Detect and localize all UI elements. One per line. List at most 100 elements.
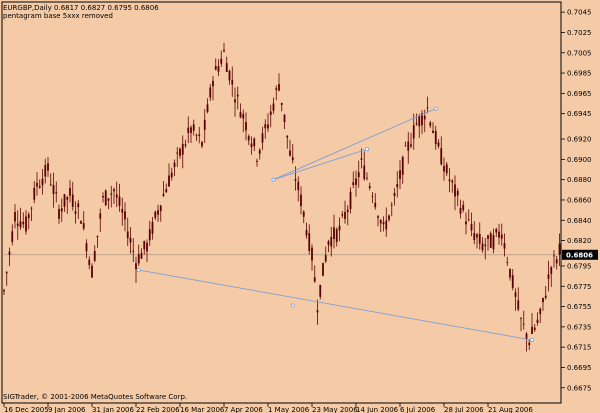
candle-body <box>124 211 126 220</box>
candle-body <box>388 215 390 220</box>
y-tick-label: 0.6715 <box>567 344 592 352</box>
candle-body <box>192 124 195 131</box>
indicator-label: pentagram base 5xxx removed <box>3 12 113 20</box>
candle-body <box>184 144 187 146</box>
candle-body <box>162 193 165 196</box>
candle-body <box>385 220 388 230</box>
x-tick-label: 23 May 2006 <box>312 406 358 413</box>
candle-body <box>272 103 275 111</box>
y-tick-label: 0.6695 <box>567 364 592 372</box>
candle-body <box>544 295 547 298</box>
candle-body <box>528 342 531 346</box>
candle-body <box>423 115 426 120</box>
candle-body <box>195 135 198 137</box>
candle-body <box>448 179 451 182</box>
candle-body <box>267 124 269 129</box>
candle-body <box>11 231 14 242</box>
candle-body <box>341 214 344 216</box>
y-tick-label: 0.6920 <box>567 136 592 144</box>
candle-body <box>217 66 220 72</box>
y-tick-label: 0.6775 <box>567 283 592 291</box>
y-tick-label: 0.6820 <box>567 237 592 245</box>
pattern-point <box>271 177 276 182</box>
candle-body <box>360 158 363 160</box>
y-tick-label: 0.7025 <box>567 29 592 37</box>
candle-body <box>179 148 181 156</box>
candle-body <box>283 114 286 123</box>
candle-body <box>58 209 60 219</box>
candle-body <box>115 194 118 198</box>
candle-body <box>316 310 319 313</box>
candle-body <box>239 112 242 118</box>
candle-body <box>355 178 357 186</box>
candle-body <box>173 162 176 168</box>
candle-body <box>126 231 129 239</box>
candle-body <box>148 229 151 241</box>
candle-body <box>511 275 514 288</box>
candle-body <box>456 190 459 196</box>
candle-body <box>346 209 349 213</box>
pattern-point <box>290 303 295 308</box>
candle-body <box>247 136 250 141</box>
candle-body <box>77 203 80 208</box>
y-tick-label: 0.6795 <box>567 262 592 270</box>
candle-body <box>429 122 432 126</box>
candle-body <box>297 181 300 191</box>
candle-body <box>278 84 280 91</box>
candle-body <box>85 243 88 252</box>
candle-body <box>327 241 330 246</box>
upper-trendline <box>273 108 436 181</box>
candle-body <box>113 189 115 192</box>
candle-body <box>165 189 168 193</box>
candle-body <box>91 265 93 278</box>
candle-body <box>319 284 322 297</box>
candle-body <box>514 292 517 297</box>
candle-body <box>231 80 234 85</box>
candle-body <box>330 236 333 247</box>
candle-body <box>308 233 311 251</box>
candle-body <box>539 308 542 315</box>
symbol-info-label: EURGBP,Daily 0.6817 0.6827 0.6795 0.6806 <box>3 4 159 12</box>
chart-window[interactable]: 0.7045 0.7025 0.7005 0.6985 0.6965 0.6945 0.69… <box>0 0 600 413</box>
candle-body <box>118 196 121 206</box>
candle-body <box>533 327 536 330</box>
candle-body <box>261 133 264 143</box>
candle-body <box>170 172 173 178</box>
candle-body <box>503 243 506 249</box>
candle-body <box>38 185 41 188</box>
candle-body <box>36 182 38 187</box>
x-tick-label: 1 May 2006 <box>268 406 310 413</box>
candle-body <box>223 49 225 52</box>
y-tick-label: 0.6945 <box>567 110 592 118</box>
candle-body <box>366 177 368 179</box>
candle-body <box>203 119 206 130</box>
candle-body <box>467 219 470 220</box>
candle-body <box>275 88 278 90</box>
candle-body <box>198 134 201 136</box>
candle-body <box>44 164 47 177</box>
candle-body <box>547 274 550 279</box>
candle-body <box>412 125 415 139</box>
candle-body <box>302 211 305 217</box>
candle-body <box>176 152 179 154</box>
x-tick-label: 16 Mar 2006 <box>180 406 225 413</box>
candle-body <box>146 242 148 252</box>
candle-body <box>102 195 104 198</box>
candle-body <box>214 66 217 70</box>
candle-body <box>187 127 190 134</box>
candle-body <box>399 170 401 180</box>
candle-body <box>253 138 256 147</box>
candle-body <box>311 247 313 261</box>
candle-body <box>110 193 113 195</box>
candle-body <box>256 160 258 162</box>
candle-body <box>151 221 154 234</box>
candle-body <box>66 197 69 200</box>
candle-body <box>335 229 338 242</box>
candle-body <box>459 207 462 214</box>
candle-body <box>404 145 407 147</box>
price-chart[interactable]: 0.7045 0.7025 0.7005 0.6985 0.6965 0.6945 0.69… <box>0 0 600 413</box>
candle-body <box>181 143 184 155</box>
candle-body <box>393 193 396 197</box>
candle-body <box>104 190 107 206</box>
candle-body <box>454 184 456 197</box>
